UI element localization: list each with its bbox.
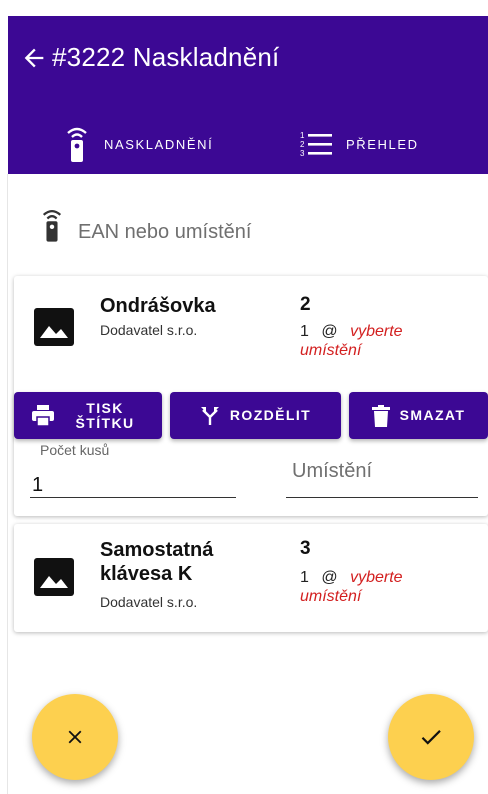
page-title: #3222 Naskladnění xyxy=(52,42,280,72)
tab-naskladneni[interactable]: NASKLADNĚNÍ xyxy=(64,124,213,164)
item-count: 1 xyxy=(300,323,309,340)
delete-text: SMAZAT xyxy=(399,407,466,423)
remote-icon xyxy=(67,127,87,162)
count-field-underline xyxy=(30,497,236,498)
svg-text:2: 2 xyxy=(300,140,305,149)
split-button[interactable]: ROZDĚLIT xyxy=(170,392,341,439)
split-text: ROZDĚLIT xyxy=(229,407,312,423)
search-placeholder: EAN nebo umístění xyxy=(78,220,252,243)
close-icon xyxy=(68,730,82,744)
trash-icon xyxy=(371,404,390,427)
left-edge-divider xyxy=(7,174,8,794)
back-arrow-icon[interactable] xyxy=(20,44,48,72)
item-quantity: 3 xyxy=(300,538,311,559)
item-supplier: Dodavatel s.r.o. xyxy=(100,594,198,610)
search-input[interactable]: EAN nebo umístění xyxy=(40,200,251,250)
item-supplier: Dodavatel s.r.o. xyxy=(100,322,198,338)
item-location-hint: vyberte umístění xyxy=(300,323,403,359)
split-icon xyxy=(200,406,219,425)
count-field[interactable]: 1 xyxy=(32,474,43,497)
tab-prehled[interactable]: 1 2 3 PŘEHLED xyxy=(300,124,419,164)
item-count: 1 xyxy=(300,569,309,586)
item-name: Samostatná klávesa K xyxy=(100,539,214,585)
delete-button[interactable]: SMAZAT xyxy=(349,392,488,439)
location-field[interactable]: Umístění xyxy=(292,460,372,483)
count-field-label: Počet kusů xyxy=(40,442,110,458)
list-icon: 1 2 3 xyxy=(300,131,332,158)
item-location-line: 1 @ vyberte umístění xyxy=(300,568,450,606)
item-location-hint: vyberte umístění xyxy=(300,569,403,605)
item-location-line: 1 @ vyberte umístění xyxy=(300,322,450,360)
item-card[interactable]: Samostatná klávesa K Dodavatel s.r.o. 3 … xyxy=(14,524,488,632)
print-label-button[interactable]: TISK ŠTÍTKU xyxy=(14,392,162,439)
tab-naskladneni-label: NASKLADNĚNÍ xyxy=(104,136,214,152)
tab-prehled-label: PŘEHLED xyxy=(346,136,419,152)
scanner-icon xyxy=(42,210,62,242)
app-bar: #3222 Naskladnění NASKLADNĚNÍ 1 2 3 PŘEH… xyxy=(8,16,488,174)
item-name: Ondrášovka xyxy=(100,295,216,317)
image-icon xyxy=(34,558,74,596)
image-icon xyxy=(34,308,74,346)
svg-text:1: 1 xyxy=(300,131,305,140)
item-quantity: 2 xyxy=(300,294,311,315)
item-at: @ xyxy=(321,569,338,586)
check-icon xyxy=(421,730,441,745)
item-at: @ xyxy=(321,323,338,340)
printer-icon xyxy=(32,404,54,427)
cancel-fab[interactable] xyxy=(32,694,118,780)
confirm-fab[interactable] xyxy=(388,694,474,780)
print-label-text: TISK ŠTÍTKU xyxy=(75,399,135,431)
svg-text:3: 3 xyxy=(300,149,305,158)
location-field-underline xyxy=(286,497,478,498)
